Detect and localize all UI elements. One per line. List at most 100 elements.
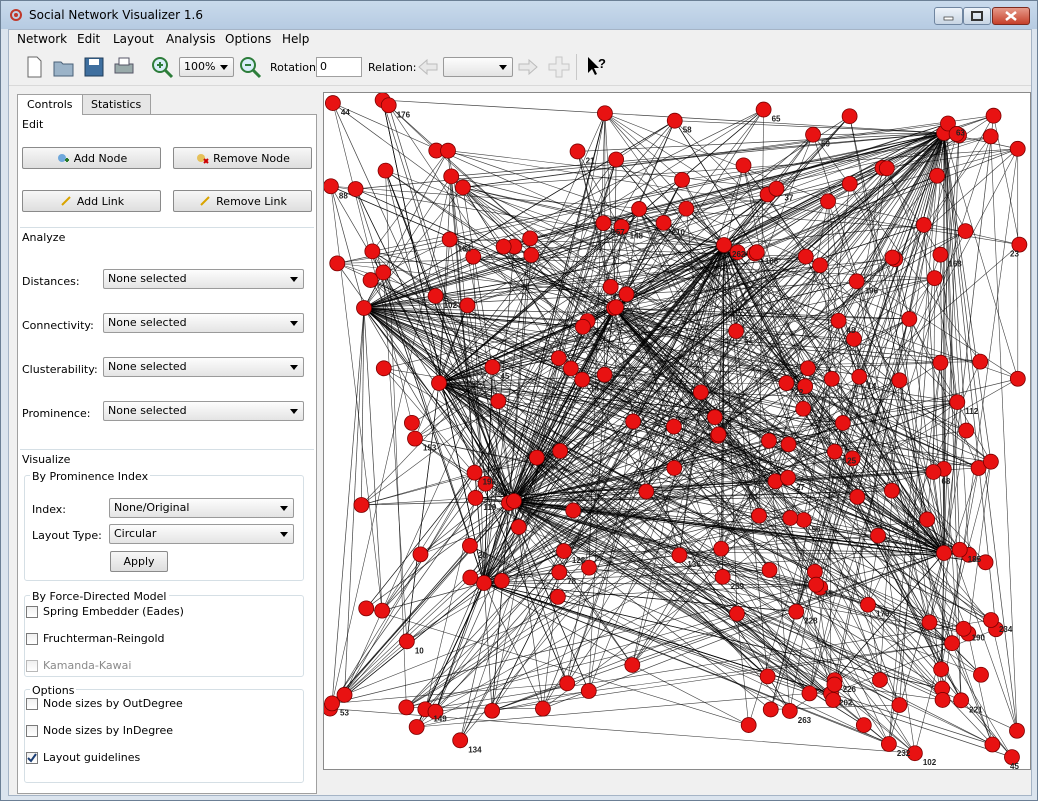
graph-node[interactable] bbox=[729, 605, 745, 622]
graph-node[interactable] bbox=[932, 354, 949, 371]
graph-node[interactable] bbox=[759, 668, 776, 685]
graph-node[interactable] bbox=[795, 512, 812, 528]
graph-node[interactable] bbox=[569, 143, 586, 160]
graph-node[interactable] bbox=[761, 562, 778, 578]
graph-node[interactable] bbox=[375, 360, 392, 377]
zoom-out-icon[interactable] bbox=[237, 54, 263, 80]
graph-node[interactable] bbox=[595, 215, 612, 232]
graph-node[interactable] bbox=[602, 278, 619, 295]
graph-node[interactable] bbox=[565, 502, 582, 519]
graph-node[interactable] bbox=[574, 371, 591, 388]
print-icon[interactable] bbox=[111, 54, 137, 80]
graph-node[interactable] bbox=[713, 540, 730, 557]
relation-select[interactable] bbox=[443, 57, 513, 77]
graph-node[interactable] bbox=[528, 449, 545, 466]
menu-analysis[interactable]: Analysis bbox=[163, 32, 218, 46]
graph-node[interactable] bbox=[949, 394, 966, 410]
graph-node[interactable] bbox=[364, 243, 381, 260]
graph-node[interactable] bbox=[855, 717, 872, 733]
graph-node[interactable] bbox=[755, 101, 772, 118]
graph-node[interactable] bbox=[834, 415, 851, 431]
graph-node[interactable] bbox=[523, 247, 540, 263]
graph-node[interactable] bbox=[830, 312, 847, 329]
save-icon[interactable] bbox=[81, 54, 107, 80]
graph-node[interactable] bbox=[666, 112, 683, 129]
graph-node[interactable] bbox=[985, 107, 1002, 124]
graph-node[interactable] bbox=[781, 703, 798, 719]
graph-node[interactable] bbox=[551, 564, 568, 581]
graph-node[interactable] bbox=[983, 612, 999, 628]
graph-node[interactable] bbox=[820, 193, 836, 210]
graph-node[interactable] bbox=[860, 596, 876, 613]
graph-node[interactable] bbox=[849, 488, 866, 505]
graph-node[interactable] bbox=[1009, 140, 1026, 157]
checkbox-box[interactable] bbox=[26, 697, 38, 710]
graph-node[interactable] bbox=[826, 676, 843, 693]
graph-node[interactable] bbox=[562, 360, 579, 377]
graph-node[interactable] bbox=[728, 323, 745, 339]
graph-node[interactable] bbox=[761, 432, 777, 449]
menu-network[interactable]: Network bbox=[14, 32, 70, 46]
menu-options[interactable]: Options bbox=[222, 32, 274, 46]
tab-controls[interactable]: Controls bbox=[17, 94, 83, 115]
graph-node[interactable] bbox=[353, 497, 370, 513]
graph-node[interactable] bbox=[951, 541, 968, 558]
checkbox-box[interactable] bbox=[26, 751, 38, 764]
graph-node[interactable] bbox=[608, 151, 625, 168]
graph-node[interactable] bbox=[982, 128, 999, 145]
graph-node[interactable] bbox=[870, 527, 886, 544]
graph-node[interactable] bbox=[329, 255, 346, 272]
graph-node[interactable] bbox=[957, 223, 974, 239]
graph-node[interactable] bbox=[706, 409, 723, 426]
graph-node[interactable] bbox=[490, 393, 507, 410]
graph-node[interactable] bbox=[921, 614, 938, 631]
checkbox-box[interactable] bbox=[26, 724, 38, 737]
prominence-select[interactable]: None selected bbox=[103, 401, 304, 421]
graph-node[interactable] bbox=[926, 270, 943, 287]
close-button[interactable] bbox=[992, 7, 1030, 25]
graph-node[interactable] bbox=[901, 311, 918, 327]
graph-node[interactable] bbox=[408, 719, 425, 735]
open-folder-icon[interactable] bbox=[51, 54, 77, 80]
graph-node[interactable] bbox=[795, 400, 812, 417]
graph-node[interactable] bbox=[549, 588, 566, 605]
graph-node[interactable] bbox=[716, 237, 732, 253]
graph-node[interactable] bbox=[398, 633, 415, 650]
graph-node[interactable] bbox=[431, 375, 447, 391]
graph-node[interactable] bbox=[484, 702, 500, 719]
graph-node[interactable] bbox=[631, 201, 647, 217]
graph-node[interactable] bbox=[484, 359, 501, 375]
graph-node[interactable] bbox=[808, 576, 825, 593]
graph-node[interactable] bbox=[597, 105, 613, 122]
graph-node[interactable] bbox=[666, 460, 683, 476]
graph-node[interactable] bbox=[936, 545, 952, 561]
graph-node[interactable] bbox=[671, 547, 688, 564]
graph-node[interactable] bbox=[575, 318, 591, 335]
graph-node[interactable] bbox=[788, 603, 805, 620]
graph-node[interactable] bbox=[452, 732, 469, 749]
tab-statistics[interactable]: Statistics bbox=[81, 94, 152, 114]
graph-node[interactable] bbox=[878, 160, 895, 177]
graph-node[interactable] bbox=[398, 699, 415, 716]
minimize-button[interactable] bbox=[934, 7, 963, 25]
add-node-button[interactable]: Add Node bbox=[22, 147, 161, 169]
graph-node[interactable] bbox=[925, 464, 942, 480]
graph-node[interactable] bbox=[678, 200, 695, 217]
graph-node[interactable] bbox=[800, 360, 816, 377]
graph-node[interactable] bbox=[782, 510, 799, 526]
graph-node[interactable] bbox=[356, 300, 372, 316]
title-bar[interactable]: Social Network Visualizer 1.6 bbox=[1, 1, 1037, 29]
connectivity-select[interactable]: None selected bbox=[103, 313, 304, 333]
graph-node[interactable] bbox=[467, 490, 484, 506]
graph-node[interactable] bbox=[506, 493, 522, 509]
graph-node[interactable] bbox=[550, 350, 567, 367]
graph-node[interactable] bbox=[624, 657, 641, 673]
graph-node[interactable] bbox=[714, 568, 731, 585]
graph-node[interactable] bbox=[841, 108, 858, 125]
graph-node[interactable] bbox=[655, 214, 672, 231]
fruchterman-reingold-checkbox[interactable]: Fruchterman-Reingold bbox=[26, 632, 165, 645]
layout-type-select[interactable]: Circular bbox=[109, 524, 294, 544]
graph-node[interactable] bbox=[958, 422, 975, 439]
graph-node[interactable] bbox=[459, 297, 476, 314]
graph-node[interactable] bbox=[336, 686, 353, 703]
